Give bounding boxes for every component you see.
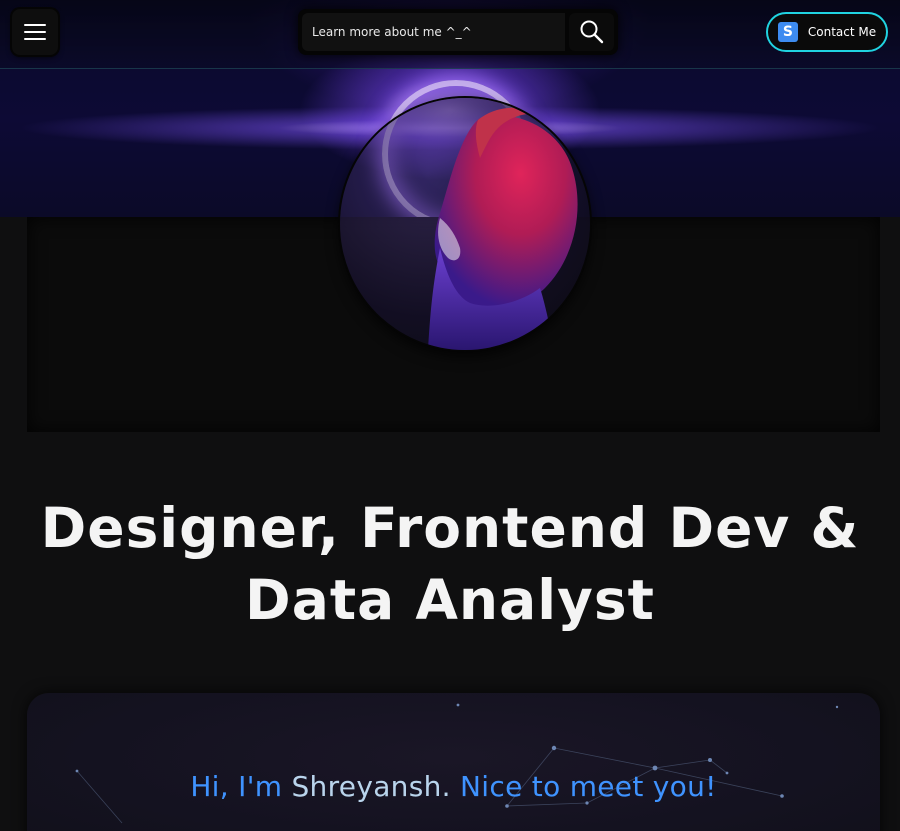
hamburger-icon-bar xyxy=(24,31,46,33)
search-icon xyxy=(580,20,603,44)
headline-line-1: Designer, Frontend Dev & xyxy=(40,496,860,560)
profile-avatar xyxy=(340,98,590,350)
menu-button[interactable] xyxy=(12,9,58,55)
search-bar xyxy=(298,9,618,55)
page-headline: Designer, Frontend Dev & Data Analyst xyxy=(0,492,900,636)
headline-line-2: Data Analyst xyxy=(245,568,655,632)
profile-photo xyxy=(428,107,578,350)
contact-me-label: Contact Me xyxy=(807,25,877,39)
search-button[interactable] xyxy=(569,13,614,51)
intro-card: Hi, I'm Shreyansh. Nice to meet you! xyxy=(27,693,880,831)
owner-name: Shreyansh. xyxy=(291,770,451,803)
hamburger-icon-bar xyxy=(24,38,46,40)
contact-me-button[interactable]: S Contact Me xyxy=(766,12,888,52)
greeting-text: Hi, I'm xyxy=(190,770,283,803)
brand-logo-icon: S xyxy=(777,22,798,42)
hamburger-icon-bar xyxy=(24,24,46,26)
intro-greeting: Hi, I'm Shreyansh. Nice to meet you! xyxy=(27,770,880,803)
top-navbar: S Contact Me xyxy=(0,0,900,69)
greeting-tail: Nice to meet you! xyxy=(460,770,717,803)
page: S Contact Me Designer, Frontend Dev & Da… xyxy=(0,0,900,831)
network-background xyxy=(75,703,839,824)
search-input[interactable] xyxy=(302,13,565,51)
